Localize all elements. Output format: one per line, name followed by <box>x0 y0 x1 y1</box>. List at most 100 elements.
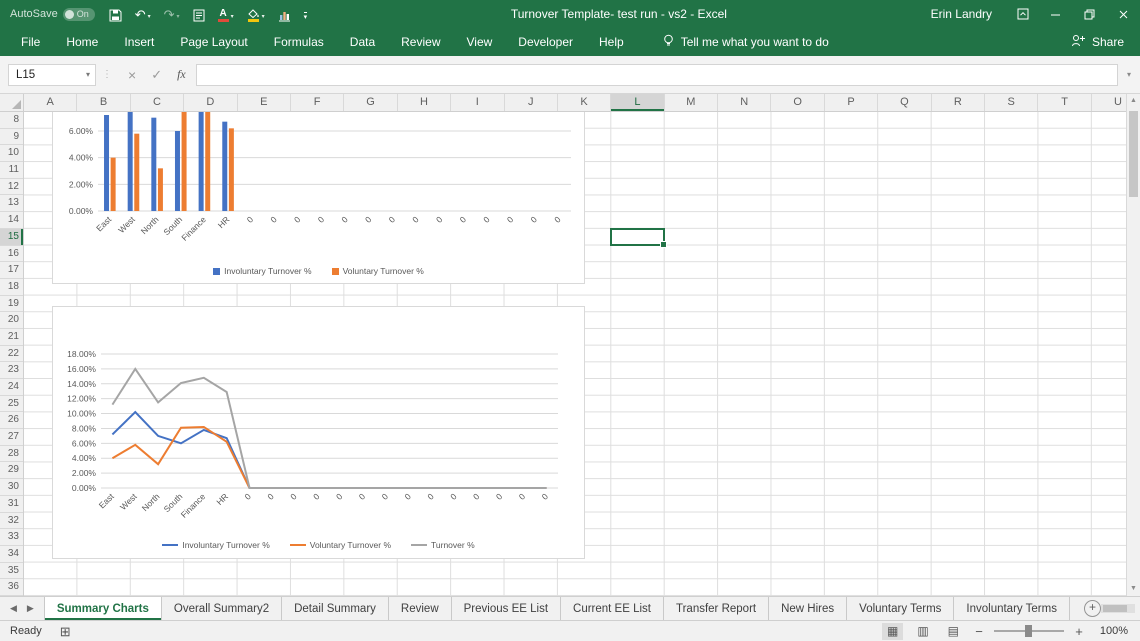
ribbon-tab-home[interactable]: Home <box>53 28 111 56</box>
sheet-nav-right-icon[interactable]: ▶ <box>27 603 34 614</box>
selected-cell[interactable] <box>610 227 668 248</box>
row-header-17[interactable]: 17 <box>0 262 23 279</box>
scroll-up-icon[interactable]: ▲ <box>1127 94 1140 108</box>
select-all-button[interactable] <box>0 94 24 112</box>
share-button[interactable]: Share <box>1071 34 1140 50</box>
row-header-23[interactable]: 23 <box>0 362 23 379</box>
minimize-button[interactable] <box>1038 0 1072 28</box>
ribbon-tab-data[interactable]: Data <box>337 28 388 56</box>
ribbon-tab-page-layout[interactable]: Page Layout <box>167 28 260 56</box>
row-header-29[interactable]: 29 <box>0 462 23 480</box>
sheet-tab-detail-summary[interactable]: Detail Summary <box>282 597 389 620</box>
column-header-s[interactable]: S <box>985 94 1039 111</box>
column-header-g[interactable]: G <box>344 94 398 111</box>
ribbon-tab-insert[interactable]: Insert <box>111 28 167 56</box>
ribbon-tab-formulas[interactable]: Formulas <box>261 28 337 56</box>
ribbon-tab-view[interactable]: View <box>454 28 506 56</box>
sheet-tab-voluntary-terms[interactable]: Voluntary Terms <box>847 597 955 620</box>
normal-view-icon[interactable]: ▦ <box>881 622 904 640</box>
row-header-8[interactable]: 8 <box>0 112 23 129</box>
row-header-21[interactable]: 21 <box>0 329 23 346</box>
fill-color-icon[interactable]: ▾ <box>247 6 265 22</box>
formula-bar-expand-icon[interactable]: ▾ <box>1118 70 1140 79</box>
column-header-n[interactable]: N <box>718 94 772 111</box>
column-header-p[interactable]: P <box>825 94 879 111</box>
insert-function-icon[interactable]: fx <box>177 67 186 82</box>
insert-chart-icon[interactable] <box>278 6 291 22</box>
row-header-16[interactable]: 16 <box>0 246 23 263</box>
vertical-scrollbar[interactable]: ▲ ▼ <box>1126 94 1140 596</box>
column-header-j[interactable]: J <box>505 94 558 111</box>
sheet-tab-previous-ee-list[interactable]: Previous EE List <box>452 597 562 620</box>
row-header-33[interactable]: 33 <box>0 529 23 546</box>
cancel-icon[interactable]: × <box>128 67 136 83</box>
close-button[interactable] <box>1106 0 1140 28</box>
page-layout-view-icon[interactable]: ▥ <box>912 623 933 640</box>
sheet-tab-review[interactable]: Review <box>389 597 452 620</box>
macro-record-icon[interactable]: ⊞ <box>60 625 71 638</box>
undo-icon[interactable]: ↶ ▾ <box>135 6 151 22</box>
redo-icon[interactable]: ↷ ▾ <box>164 6 180 22</box>
column-header-a[interactable]: A <box>24 94 78 111</box>
column-header-h[interactable]: H <box>398 94 452 111</box>
new-sheet-button[interactable]: + <box>1083 597 1101 620</box>
column-header-o[interactable]: O <box>771 94 825 111</box>
column-header-c[interactable]: C <box>131 94 185 111</box>
column-header-k[interactable]: K <box>558 94 612 111</box>
scroll-down-icon[interactable]: ▼ <box>1127 582 1140 596</box>
column-header-e[interactable]: E <box>238 94 291 111</box>
column-header-f[interactable]: F <box>291 94 345 111</box>
line-chart[interactable]: 0.00% 2.00% 4.00% 6.00% 8.00% 10.00% 12.00% 14.… <box>52 306 585 559</box>
row-header-13[interactable]: 13 <box>0 195 23 213</box>
enter-icon[interactable]: ✓ <box>151 67 162 83</box>
sheet-tab-transfer-report[interactable]: Transfer Report <box>664 597 770 620</box>
name-box[interactable]: L15 ▾ <box>8 63 96 86</box>
sheet-tab-current-ee-list[interactable]: Current EE List <box>561 597 664 620</box>
zoom-level[interactable]: 100% <box>1094 625 1128 637</box>
row-header-9[interactable]: 9 <box>0 129 23 146</box>
zoom-out-icon[interactable]: − <box>973 624 985 639</box>
column-header-r[interactable]: R <box>932 94 986 111</box>
row-header-35[interactable]: 35 <box>0 563 23 580</box>
column-header-u[interactable]: U <box>1092 94 1126 111</box>
row-header-19[interactable]: 19 <box>0 296 23 313</box>
row-header-10[interactable]: 10 <box>0 145 23 163</box>
horizontal-scrollbar[interactable] <box>1100 597 1140 620</box>
formula-input[interactable] <box>195 63 1118 86</box>
user-name[interactable]: Erin Landry <box>931 7 992 21</box>
column-header-d[interactable]: D <box>184 94 238 111</box>
row-header-30[interactable]: 30 <box>0 479 23 496</box>
column-header-m[interactable]: M <box>665 94 719 111</box>
column-header-l[interactable]: L <box>611 94 665 111</box>
column-header-t[interactable]: T <box>1038 94 1092 111</box>
row-header-14[interactable]: 14 <box>0 212 23 229</box>
ribbon-tab-help[interactable]: Help <box>586 28 637 56</box>
ribbon-tab-file[interactable]: File <box>8 28 53 56</box>
row-header-36[interactable]: 36 <box>0 579 23 596</box>
sheet-tab-involuntary-terms[interactable]: Involuntary Terms <box>954 597 1070 620</box>
column-header-i[interactable]: I <box>451 94 505 111</box>
ribbon-tab-review[interactable]: Review <box>388 28 453 56</box>
sheet-tab-summary-charts[interactable]: Summary Charts <box>43 597 162 620</box>
font-color-icon[interactable]: A ▾ <box>217 6 234 22</box>
row-header-15[interactable]: 15 <box>0 228 23 246</box>
zoom-slider[interactable] <box>994 625 1064 637</box>
row-header-25[interactable]: 25 <box>0 396 23 413</box>
zoom-slider-thumb[interactable] <box>1025 625 1032 637</box>
tell-me-box[interactable]: Tell me what you want to do <box>663 34 829 51</box>
save-icon[interactable] <box>109 6 122 22</box>
column-header-b[interactable]: B <box>77 94 131 111</box>
column-header-q[interactable]: Q <box>878 94 932 111</box>
grid-cells[interactable]: 0.00% 2.00% 4.00% 6.00% East West North South Fi… <box>24 112 1126 596</box>
vertical-scrollbar-thumb[interactable] <box>1129 111 1138 197</box>
ribbon-tab-developer[interactable]: Developer <box>505 28 586 56</box>
row-header-26[interactable]: 26 <box>0 412 23 430</box>
row-header-18[interactable]: 18 <box>0 279 23 296</box>
restore-button[interactable] <box>1072 0 1106 28</box>
sheet-tab-overall-summary2[interactable]: Overall Summary2 <box>162 597 283 620</box>
row-header-24[interactable]: 24 <box>0 379 23 396</box>
row-header-34[interactable]: 34 <box>0 546 23 563</box>
row-header-20[interactable]: 20 <box>0 312 23 329</box>
horizontal-scrollbar-thumb[interactable] <box>1102 605 1127 612</box>
row-header-27[interactable]: 27 <box>0 429 23 446</box>
